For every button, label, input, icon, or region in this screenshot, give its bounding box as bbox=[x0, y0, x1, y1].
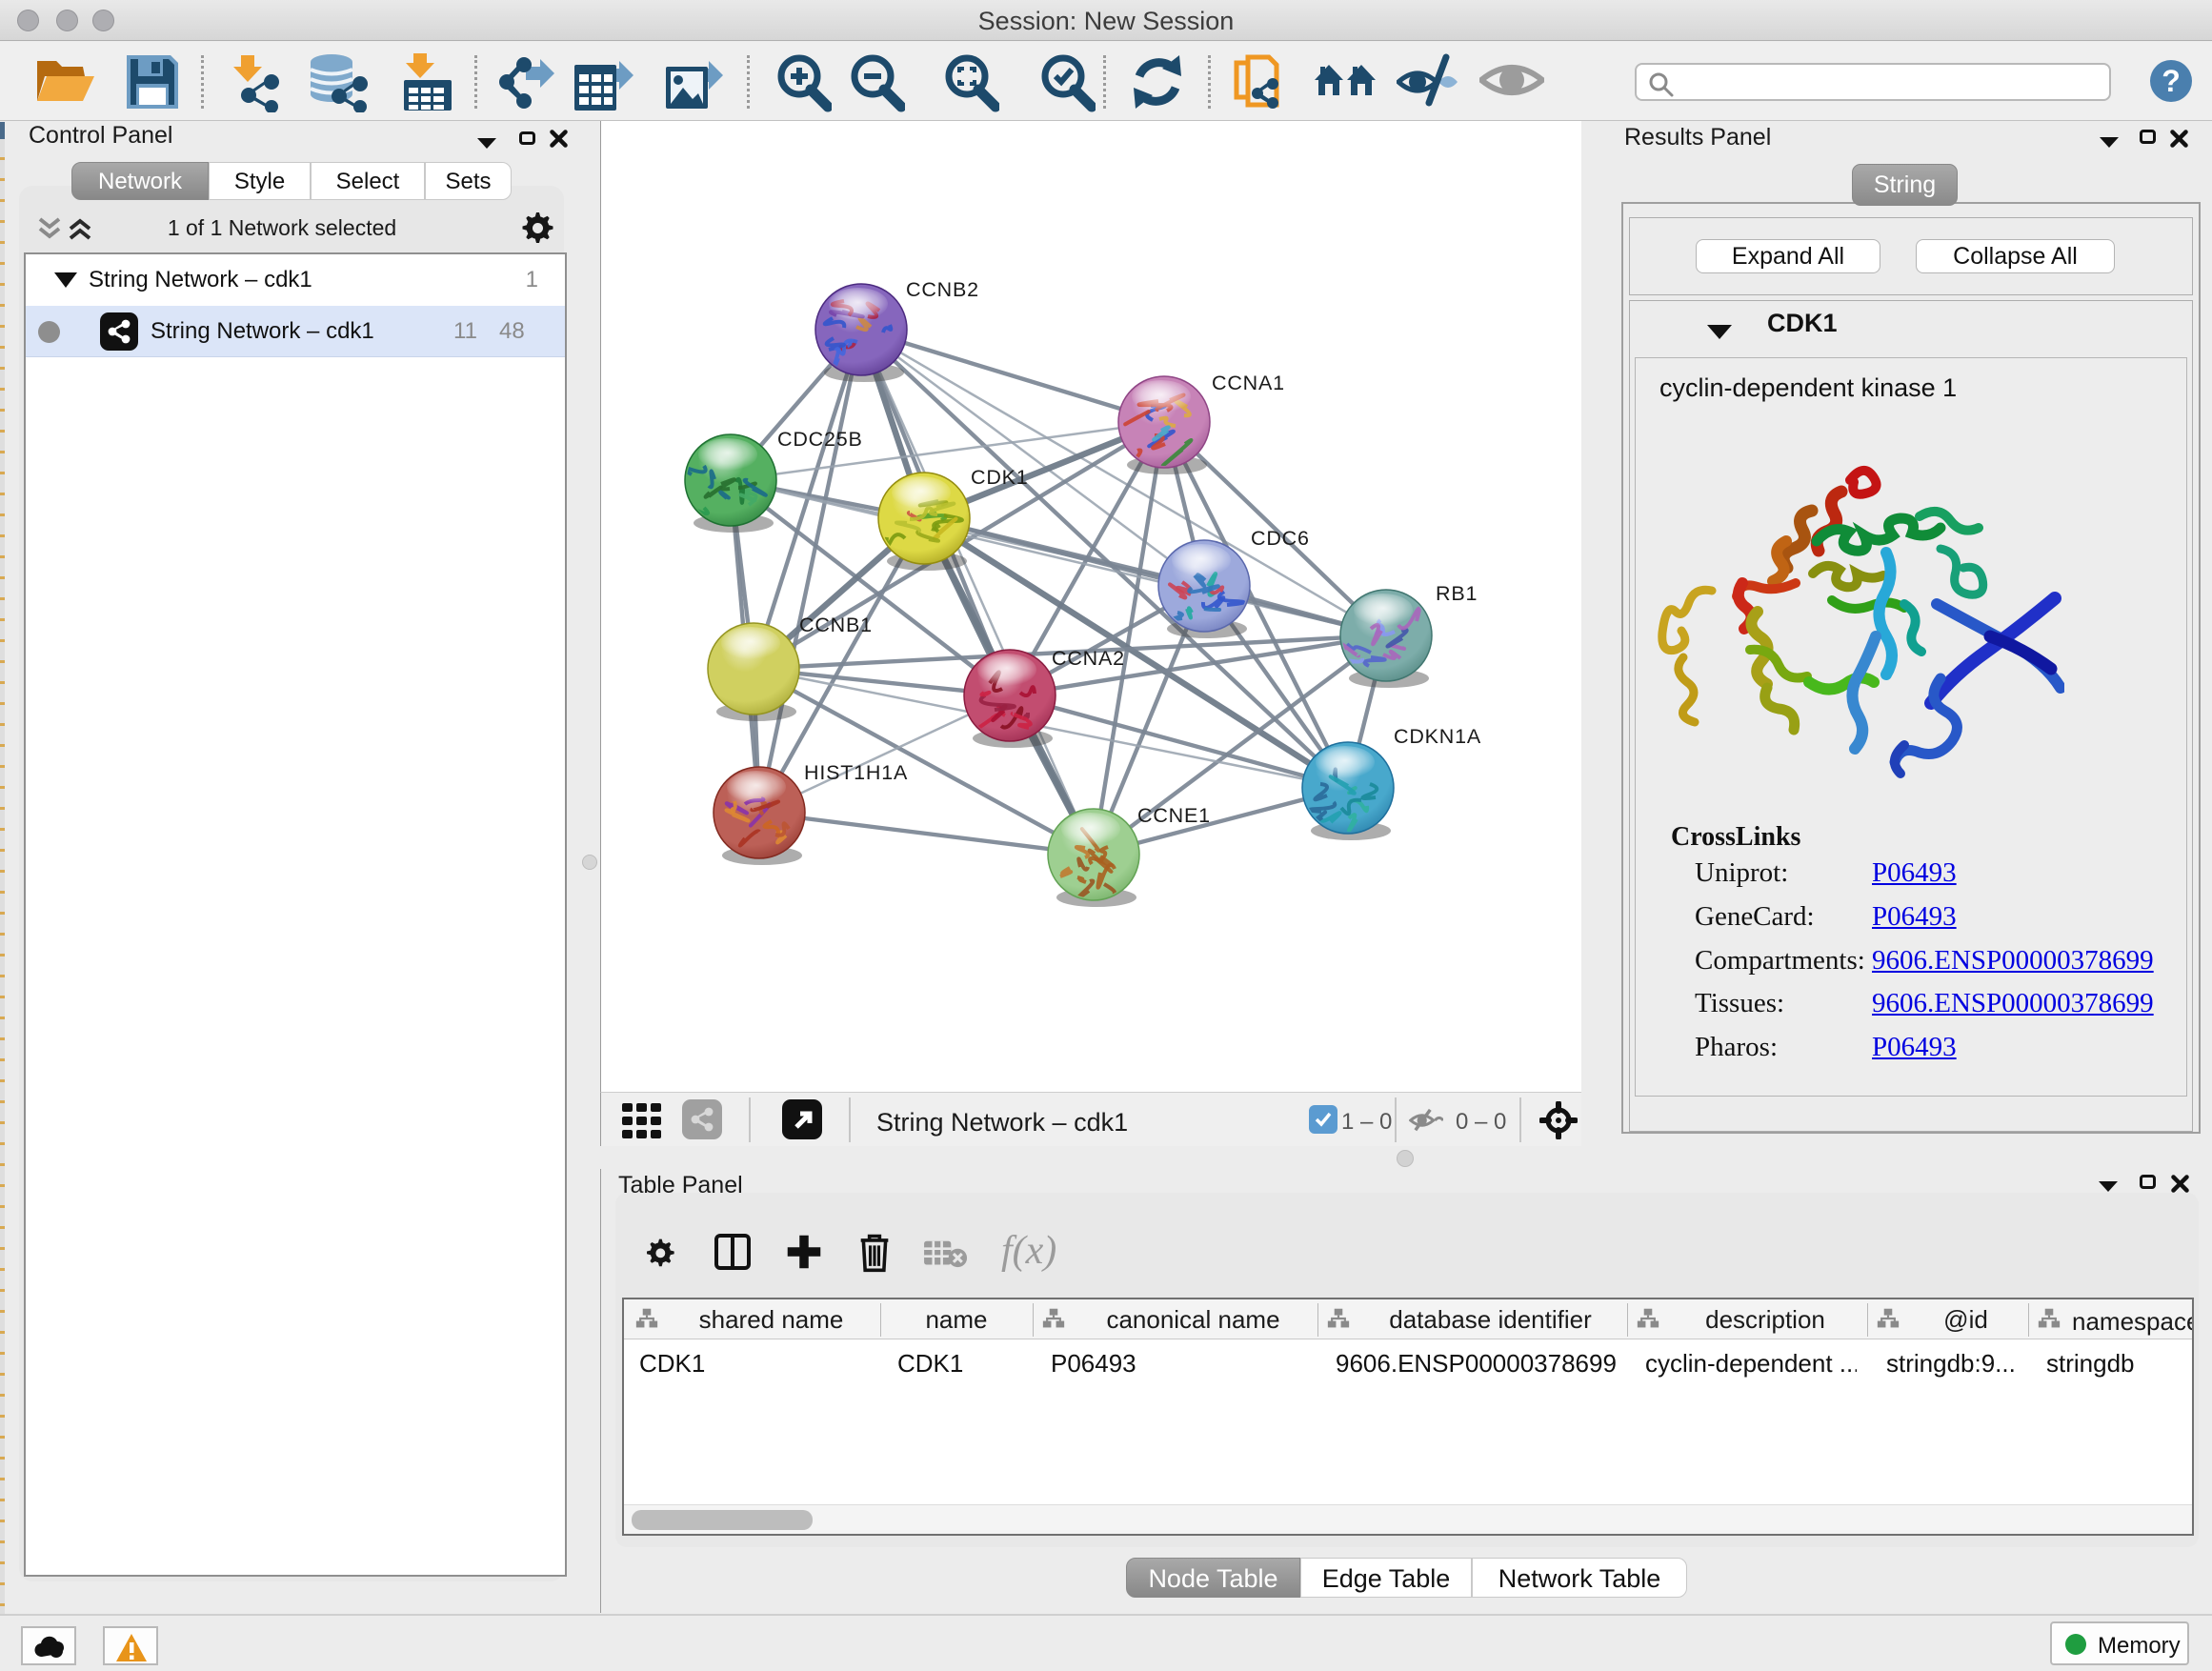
svg-text:CCNB1: CCNB1 bbox=[799, 614, 873, 636]
svg-text:CCNE1: CCNE1 bbox=[1137, 804, 1211, 827]
svg-text:HIST1H1A: HIST1H1A bbox=[804, 761, 908, 784]
svg-text:CDC25B: CDC25B bbox=[777, 428, 863, 451]
svg-text:CCNA1: CCNA1 bbox=[1212, 372, 1285, 394]
svg-text:CDC6: CDC6 bbox=[1251, 527, 1310, 550]
svg-text:CDK1: CDK1 bbox=[971, 466, 1029, 489]
svg-text:CDKN1A: CDKN1A bbox=[1394, 725, 1481, 748]
svg-text:CCNB2: CCNB2 bbox=[906, 278, 979, 301]
svg-text:RB1: RB1 bbox=[1436, 582, 1478, 605]
svg-text:?: ? bbox=[2162, 64, 2181, 98]
svg-text:CCNA2: CCNA2 bbox=[1052, 647, 1125, 670]
